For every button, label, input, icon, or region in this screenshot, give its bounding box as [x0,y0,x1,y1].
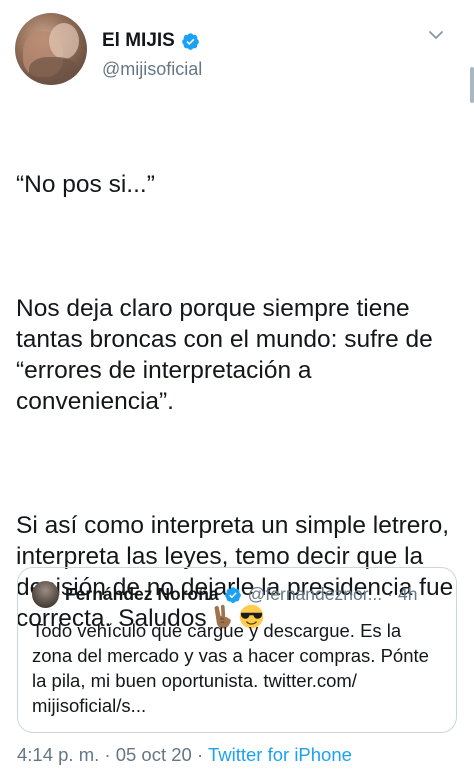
quoted-tweet-text: Todo vehículo que cargue y descargue. Es… [32,620,429,716]
separator-dot: · [196,744,204,765]
scrollbar[interactable] [470,67,474,103]
verified-badge-icon [224,586,241,603]
quoted-author-handle: @fernandeznor... [247,584,383,604]
tweet-time[interactable]: 4:14 p. m. [17,744,99,765]
tweet-paragraph: “No pos si...” [16,171,155,198]
tweet-source-link[interactable]: Twitter for iPhone [208,744,352,765]
tweet-detail: El MIJIS @mijisoficial “No pos si...” No… [0,0,474,783]
author-handle[interactable]: @mijisoficial [102,59,202,80]
tweet-metadata: 4:14 p. m. · 05 oct 20 · Twitter for iPh… [17,744,352,766]
author-avatar[interactable] [15,13,87,85]
quoted-tweet-header: Fernández Noroña @fernandeznor... · 4h [32,581,442,608]
author-display-name[interactable]: El MIJIS [102,30,175,52]
tweet-paragraph: Nos deja claro porque siempre tiene tant… [16,295,440,415]
verified-badge-icon [182,32,199,50]
chevron-down-icon[interactable] [428,27,444,43]
author-name-row[interactable]: El MIJIS [102,30,200,52]
quoted-author-avatar [32,581,59,608]
tweet-header: El MIJIS @mijisoficial [15,13,454,87]
quoted-tweet-time: 4h [397,584,418,604]
quoted-author-name: Fernández Noroña [65,584,219,604]
tweet-date[interactable]: 05 oct 20 [116,744,192,765]
separator-dot: · [104,744,111,765]
separator-dot: · [387,584,393,604]
quoted-tweet[interactable]: Fernández Noroña @fernandeznor... · 4h T… [17,567,457,733]
